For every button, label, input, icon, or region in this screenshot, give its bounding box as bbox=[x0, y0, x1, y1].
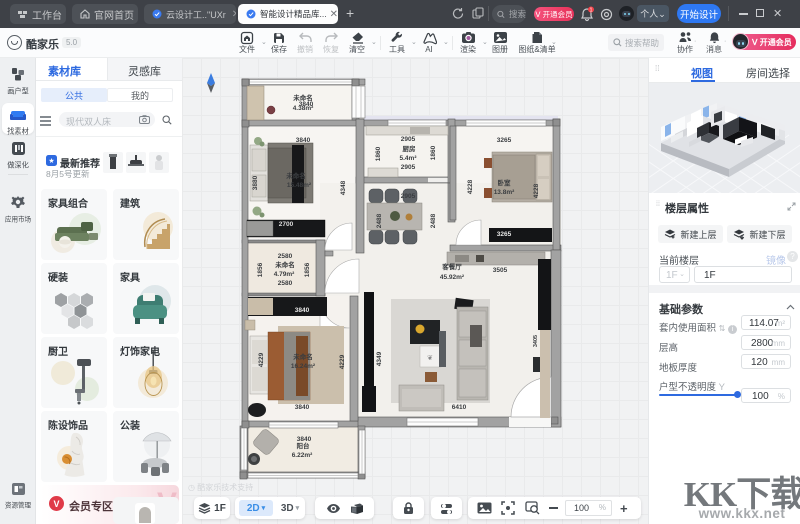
svg-text:4228: 4228 bbox=[533, 183, 540, 198]
svg-text:厨房: 厨房 bbox=[403, 144, 417, 153]
svg-text:2488: 2488 bbox=[376, 213, 383, 228]
svg-text:4.79m²: 4.79m² bbox=[274, 271, 295, 278]
svg-text:1860: 1860 bbox=[430, 145, 437, 160]
svg-text:客餐厅: 客餐厅 bbox=[441, 262, 462, 271]
svg-text:45.92m²: 45.92m² bbox=[440, 274, 465, 281]
svg-text:16.24m²: 16.24m² bbox=[291, 363, 316, 370]
svg-text:2905: 2905 bbox=[401, 164, 416, 171]
svg-text:4229: 4229 bbox=[258, 352, 265, 367]
svg-text:5.4m²: 5.4m² bbox=[400, 155, 418, 162]
svg-text:6410: 6410 bbox=[452, 404, 467, 411]
svg-text:3840: 3840 bbox=[295, 307, 310, 314]
svg-text:2580: 2580 bbox=[278, 280, 293, 287]
svg-text:4349: 4349 bbox=[376, 351, 383, 366]
svg-text:3840: 3840 bbox=[297, 436, 312, 443]
svg-text:3265: 3265 bbox=[497, 231, 512, 238]
svg-text:3265: 3265 bbox=[497, 137, 512, 144]
svg-text:2700: 2700 bbox=[279, 221, 294, 228]
svg-text:3405: 3405 bbox=[533, 335, 539, 347]
svg-text:未命名: 未命名 bbox=[275, 260, 295, 269]
svg-text:3840: 3840 bbox=[295, 404, 310, 411]
svg-text:1: 1 bbox=[590, 8, 593, 14]
svg-text:2488: 2488 bbox=[430, 213, 437, 228]
svg-text:阳台: 阳台 bbox=[297, 441, 311, 450]
svg-text:4228: 4228 bbox=[467, 179, 474, 194]
svg-text:4348: 4348 bbox=[340, 180, 347, 195]
svg-text:13.8m²: 13.8m² bbox=[494, 189, 515, 196]
svg-text:1856: 1856 bbox=[304, 262, 311, 277]
svg-text:卧室: 卧室 bbox=[498, 178, 512, 187]
svg-text:1856: 1856 bbox=[257, 262, 264, 277]
svg-text:2580: 2580 bbox=[278, 253, 293, 260]
svg-text:未命名: 未命名 bbox=[293, 352, 313, 361]
svg-text:3505: 3505 bbox=[493, 267, 508, 274]
svg-text:未命名: 未命名 bbox=[286, 171, 306, 180]
svg-text:2905: 2905 bbox=[401, 136, 416, 143]
svg-text:3840: 3840 bbox=[299, 101, 314, 108]
svg-text:2905: 2905 bbox=[401, 193, 416, 200]
svg-text:15.48m²: 15.48m² bbox=[287, 182, 312, 189]
svg-text:4229: 4229 bbox=[339, 354, 346, 369]
svg-text:❦: ❦ bbox=[427, 355, 433, 362]
svg-text:1860: 1860 bbox=[375, 146, 382, 161]
svg-text:6.22m²: 6.22m² bbox=[292, 452, 313, 459]
svg-text:3840: 3840 bbox=[296, 137, 311, 144]
svg-text:3880: 3880 bbox=[252, 175, 259, 190]
